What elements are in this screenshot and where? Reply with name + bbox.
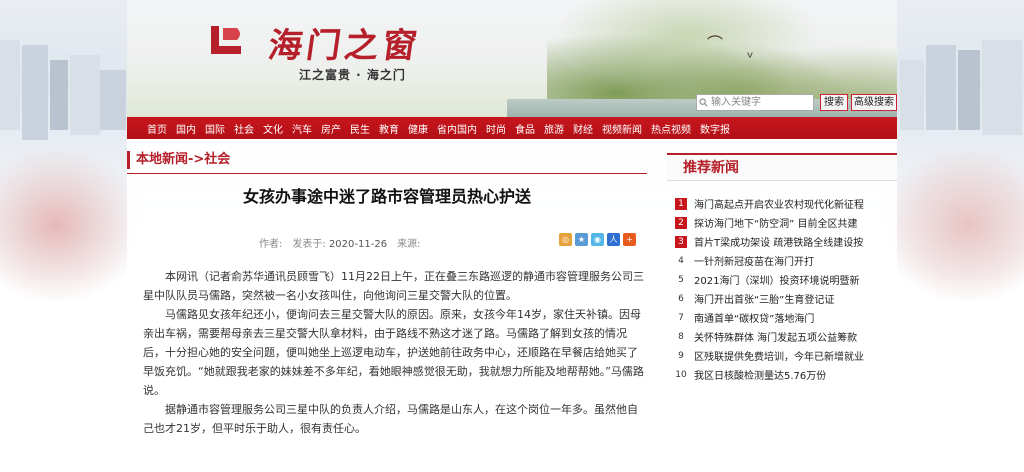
article-paragraph: 据静通市容管理服务公司三星中队的负责人介绍，马儒路是山东人，在这个岗位一年多。虽… [143, 403, 638, 435]
list-item[interactable]: 10 我区日核酸检测量达5.76万份 [675, 365, 897, 384]
rank-badge: 10 [675, 369, 687, 380]
rank-badge: 2 [675, 216, 687, 229]
nav-item[interactable]: 时尚 [486, 121, 506, 136]
nav-item[interactable]: 文化 [263, 121, 283, 136]
divider [127, 173, 647, 174]
nav-item[interactable]: 视频新闻 [602, 121, 642, 136]
recommended-news-list: 1 海门高起点开启农业农村现代化新征程 2 探访海门地下“防空洞” 目前全区共建 3… [675, 194, 897, 384]
sidebar-title: 推荐新闻 [667, 153, 897, 181]
nav-item[interactable]: 房产 [321, 121, 341, 136]
bird-icon: ⌒ [707, 34, 724, 53]
renren-share-icon[interactable]: 人 [607, 233, 620, 246]
article-paragraph: 本网讯（记者俞苏华通讯员顾雪飞）11月22日上午，正在叠三东路巡逻的静通市容管理… [143, 270, 644, 302]
site-logo[interactable]: 海门之窗 [266, 18, 425, 67]
list-item[interactable]: 1 海门高起点开启农业农村现代化新征程 [675, 194, 897, 213]
nav-item[interactable]: 财经 [573, 121, 593, 136]
article-meta: 作者: 发表于: 2020-11-26 来源: [259, 235, 420, 250]
news-link[interactable]: 区残联提供免费培训，今年已新增就业 [694, 348, 864, 363]
list-item[interactable]: 4 一针剂新冠疫苗在海门开打 [675, 251, 897, 270]
nav-item[interactable]: 国际 [205, 121, 225, 136]
news-link[interactable]: 一针剂新冠疫苗在海门开打 [694, 253, 814, 268]
list-item[interactable]: 2 探访海门地下“防空洞” 目前全区共建 [675, 213, 897, 232]
nav-item[interactable]: 首页 [147, 121, 167, 136]
news-link[interactable]: 海门高起点开启农业农村现代化新征程 [694, 196, 864, 211]
article-title: 女孩办事途中迷了路市容管理员热心护送 [242, 187, 531, 206]
news-link[interactable]: 关怀特殊群体 海门发起五项公益筹款 [694, 329, 857, 344]
rank-badge: 7 [678, 312, 684, 323]
rank-badge: 4 [678, 255, 684, 266]
nav-item[interactable]: 数字报 [700, 121, 730, 136]
search-input[interactable]: 输入关键字 [696, 94, 814, 111]
list-item[interactable]: 8 关怀特殊群体 海门发起五项公益筹款 [675, 327, 897, 346]
news-link[interactable]: 首片T梁成功架设 疏港铁路全线建设按 [694, 234, 863, 249]
list-item[interactable]: 7 南通首单“碳权贷”落地海门 [675, 308, 897, 327]
bird-icon: ᵛ [747, 48, 754, 67]
article-body: 本网讯（记者俞苏华通讯员顾雪飞）11月22日上午，正在叠三东路巡逻的静通市容管理… [143, 267, 647, 438]
qq-share-icon[interactable]: ◉ [591, 233, 604, 246]
news-link[interactable]: 探访海门地下“防空洞” 目前全区共建 [694, 215, 858, 230]
site-slogan: 江之富贵 · 海之门 [299, 68, 406, 82]
rank-badge: 3 [675, 235, 687, 248]
author-label: 作者: [259, 239, 283, 250]
share-bar: ◎ ★ ◉ 人 + [559, 233, 636, 246]
nav-item[interactable]: 民生 [350, 121, 370, 136]
news-link[interactable]: 海门开出首张“三胎”生育登记证 [694, 291, 834, 306]
logo-icon [211, 26, 241, 54]
search-placeholder: 输入关键字 [711, 97, 761, 108]
qzone-share-icon[interactable]: ★ [575, 233, 588, 246]
search-icon [699, 97, 708, 112]
list-item[interactable]: 3 首片T梁成功架设 疏港铁路全线建设按 [675, 232, 897, 251]
nav-item[interactable]: 教育 [379, 121, 399, 136]
main-nav: 首页 国内 国际 社会 文化 汽车 房产 民生 教育 健康 省内国内 时尚 食品… [127, 117, 897, 139]
weibo-share-icon[interactable]: ◎ [559, 233, 572, 246]
advanced-search-button[interactable]: 高级搜索 [851, 94, 897, 111]
nav-item[interactable]: 食品 [515, 121, 535, 136]
article-paragraph: 马儒路见女孩年纪还小，便询问去三星交警大队的原因。原来，女孩今年14岁，家住天补… [143, 308, 644, 397]
rank-badge: 5 [678, 274, 684, 285]
list-item[interactable]: 9 区残联提供免费培训，今年已新增就业 [675, 346, 897, 365]
rank-badge: 9 [678, 350, 684, 361]
nav-item[interactable]: 旅游 [544, 121, 564, 136]
list-item[interactable]: 5 2021海门（深圳）投资环境说明暨新 [675, 270, 897, 289]
rank-badge: 8 [678, 331, 684, 342]
rank-badge: 1 [675, 197, 687, 210]
more-share-icon[interactable]: + [623, 233, 636, 246]
news-link[interactable]: 南通首单“碳权贷”落地海门 [694, 310, 814, 325]
nav-item[interactable]: 健康 [408, 121, 428, 136]
publish-date: 2020-11-26 [328, 239, 388, 250]
nav-item[interactable]: 省内国内 [437, 121, 477, 136]
source-label: 来源: [397, 239, 421, 250]
nav-item[interactable]: 热点视频 [651, 121, 691, 136]
rank-badge: 6 [678, 293, 684, 304]
list-item[interactable]: 6 海门开出首张“三胎”生育登记证 [675, 289, 897, 308]
search-button[interactable]: 搜索 [820, 94, 848, 111]
nav-item[interactable]: 汽车 [292, 121, 312, 136]
breadcrumb[interactable]: 本地新闻->社会 [127, 151, 647, 169]
news-link[interactable]: 2021海门（深圳）投资环境说明暨新 [694, 272, 859, 287]
main-content: 本地新闻->社会 女孩办事途中迷了路市容管理员热心护送 作者: 发表于: 202… [127, 139, 897, 472]
news-link[interactable]: 我区日核酸检测量达5.76万份 [694, 367, 826, 382]
date-label: 发表于: [292, 239, 326, 250]
nav-item[interactable]: 国内 [176, 121, 196, 136]
nav-item[interactable]: 社会 [234, 121, 254, 136]
